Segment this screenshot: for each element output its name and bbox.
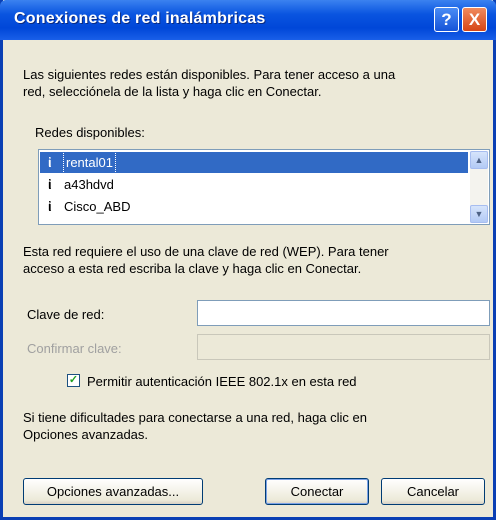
chevron-down-icon: ▼ bbox=[474, 209, 484, 219]
wireless-connections-dialog: Conexiones de red inalámbricas ? X Las s… bbox=[0, 0, 496, 520]
listbox-scrollbar[interactable]: ▲ ▼ bbox=[470, 151, 488, 223]
network-name: Cisco_ABD bbox=[64, 199, 131, 214]
network-name: a43hdvd bbox=[64, 177, 114, 192]
ieee8021x-checkbox[interactable]: ✓ bbox=[67, 374, 80, 387]
wireless-network-icon: ἰ bbox=[48, 199, 52, 214]
networks-label: Redes disponibles: bbox=[35, 125, 145, 140]
network-item-rental01[interactable]: ἰ rental01 bbox=[40, 151, 468, 174]
title-bar[interactable]: Conexiones de red inalámbricas ? X bbox=[0, 0, 496, 40]
advanced-options-button[interactable]: Opciones avanzadas... bbox=[23, 478, 203, 505]
checkmark-icon: ✓ bbox=[68, 374, 79, 386]
help-button[interactable]: ? bbox=[434, 7, 459, 32]
scroll-up-button[interactable]: ▲ bbox=[470, 151, 488, 169]
intro-text-line2: red, selecciónela de la lista y haga cli… bbox=[23, 84, 322, 99]
wep-text-line2: acceso a esta red escriba la clave y hag… bbox=[23, 261, 362, 276]
scroll-down-button[interactable]: ▼ bbox=[470, 205, 488, 223]
cancel-button[interactable]: Cancelar bbox=[381, 478, 485, 505]
confirm-key-label: Confirmar clave: bbox=[27, 341, 122, 356]
network-key-label: Clave de red: bbox=[27, 307, 105, 322]
wireless-network-icon: ἰ bbox=[48, 177, 52, 192]
network-item-a43hdvd[interactable]: ἰ a43hdvd bbox=[40, 174, 468, 195]
help-text-line1: Si tiene dificultades para conectarse a … bbox=[23, 410, 367, 425]
help-text-line2: Opciones avanzadas. bbox=[23, 427, 149, 442]
wep-text-line1: Esta red requiere el uso de una clave de… bbox=[23, 244, 389, 259]
wireless-network-icon: ἰ bbox=[48, 155, 52, 170]
window-title: Conexiones de red inalámbricas bbox=[14, 10, 266, 27]
network-key-input[interactable] bbox=[197, 300, 490, 326]
ieee8021x-label[interactable]: Permitir autenticación IEEE 802.1x en es… bbox=[87, 373, 357, 390]
network-name: rental01 bbox=[63, 151, 116, 174]
networks-listbox[interactable]: ἰ rental01 ἰ a43hdvd ἰ Cisco_ABD ▲ ▼ bbox=[38, 149, 490, 225]
confirm-key-input[interactable] bbox=[197, 334, 490, 360]
chevron-up-icon: ▲ bbox=[474, 155, 484, 165]
connect-button[interactable]: Conectar bbox=[265, 478, 369, 505]
intro-text-line1: Las siguientes redes están disponibles. … bbox=[23, 67, 396, 82]
close-button[interactable]: X bbox=[462, 7, 487, 32]
network-item-cisco-abd[interactable]: ἰ Cisco_ABD bbox=[40, 196, 468, 217]
